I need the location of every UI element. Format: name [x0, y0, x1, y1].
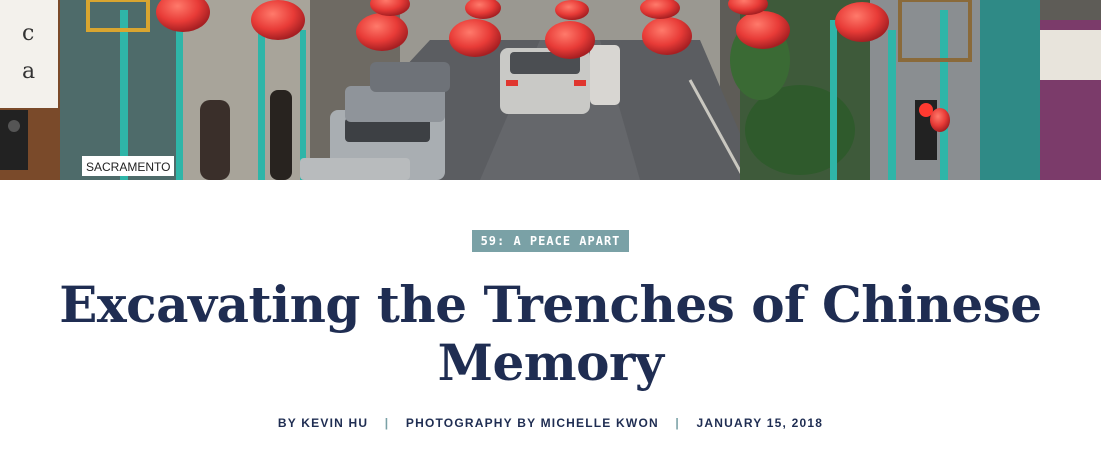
byline-photography[interactable]: PHOTOGRAPHY BY MICHELLE KWON: [406, 416, 659, 430]
hero-image: c a SACRAMENTO: [0, 0, 1101, 180]
byline-separator-2: |: [675, 416, 680, 430]
issue-badge[interactable]: 59: A PEACE APART: [471, 230, 630, 252]
byline: BY KEVIN HU | PHOTOGRAPHY BY MICHELLE KW…: [0, 416, 1101, 430]
article-title-line-1: Excavating the Trenches of Chinese: [59, 275, 1042, 334]
street-sign-text: SACRAMENTO: [86, 160, 170, 174]
shop-sign-letter-2: a: [22, 59, 35, 84]
street-scene-illustration: c a SACRAMENTO: [0, 0, 1101, 180]
byline-separator-1: |: [384, 416, 390, 430]
article-header: 59: A PEACE APART Excavating the Trenche…: [0, 180, 1101, 430]
byline-author[interactable]: BY KEVIN HU: [278, 416, 368, 430]
shop-sign-letter-1: c: [22, 21, 34, 46]
article-title: Excavating the Trenches of Chinese Memor…: [21, 276, 1081, 392]
byline-date: JANUARY 15, 2018: [696, 416, 824, 430]
shop-sign: [0, 0, 58, 108]
article-title-line-2: Memory: [437, 333, 664, 392]
